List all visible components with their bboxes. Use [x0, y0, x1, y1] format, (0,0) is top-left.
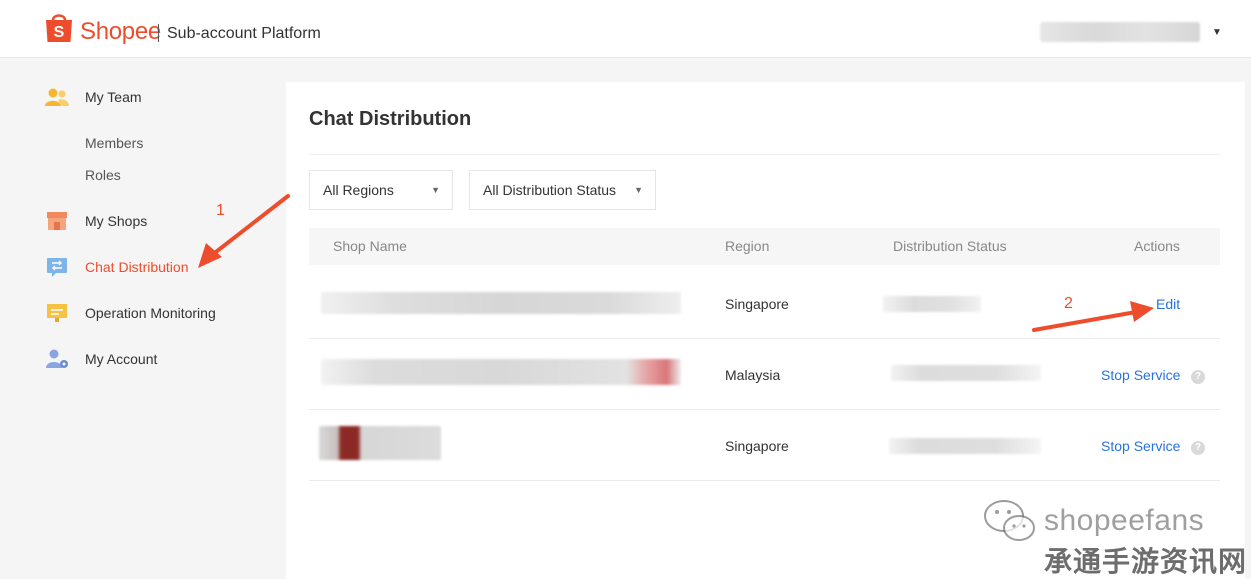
arrow-2-icon [1032, 301, 1154, 332]
watermark-cn-text: 承通手游资讯网 [1044, 546, 1248, 577]
annotation-arrows [198, 194, 1154, 332]
wechat-logo-icon [984, 500, 1035, 541]
watermark-text: shopeefans [1044, 504, 1205, 537]
annotation-step-2: 2 [1064, 295, 1073, 312]
annotation-step-1: 1 [216, 202, 225, 219]
arrow-1-icon [198, 194, 290, 268]
